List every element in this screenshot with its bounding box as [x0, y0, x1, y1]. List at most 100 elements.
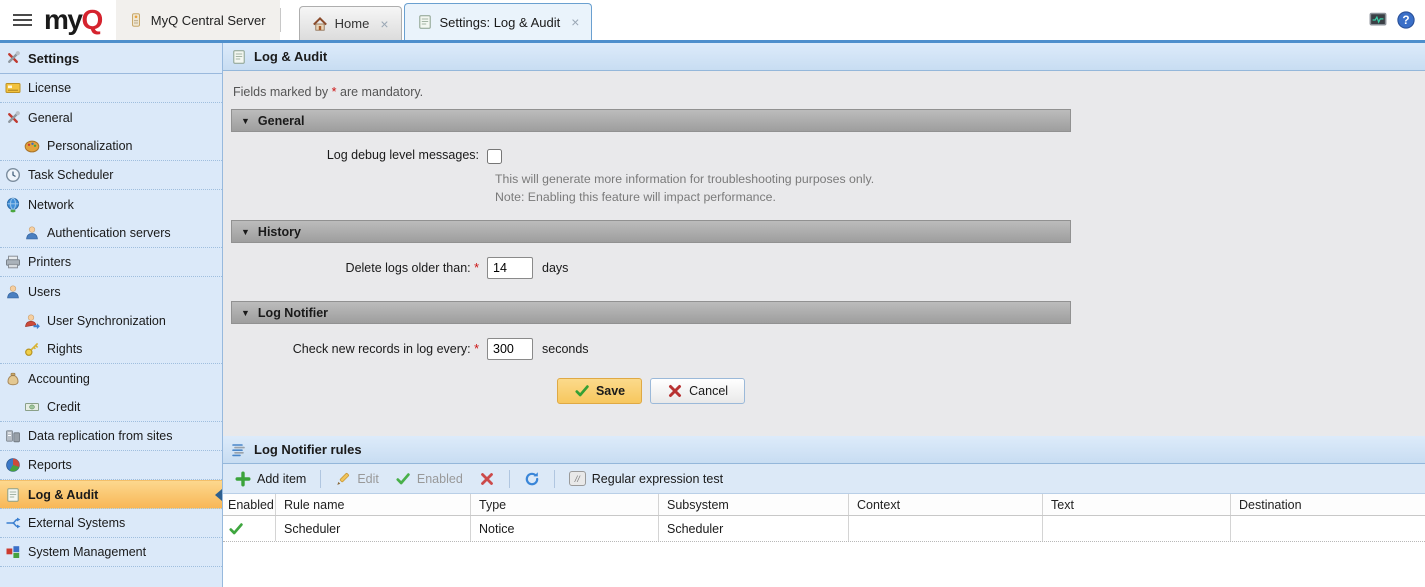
logo-text-my: my: [44, 6, 81, 34]
cancel-button[interactable]: Cancel: [650, 378, 745, 404]
enabled-check-icon: [228, 521, 244, 537]
pencil-icon: [335, 471, 351, 487]
key-icon: [24, 341, 40, 357]
system-monitor-icon[interactable]: [1369, 11, 1387, 29]
tab-home-close-icon[interactable]: ×: [380, 17, 388, 31]
selected-item-arrow: [215, 489, 222, 501]
sidebar-item-authentication-servers[interactable]: Authentication servers: [0, 219, 222, 248]
settings-icon: [5, 50, 21, 66]
column-header-subsystem[interactable]: Subsystem: [658, 494, 848, 515]
sidebar-item-credit[interactable]: Credit: [0, 393, 222, 422]
sidebar-item-user-synchronization[interactable]: User Synchronization: [0, 306, 222, 335]
delete-logs-unit: days: [542, 261, 568, 275]
settings-form: Fields marked by * are mandatory. ▼ Gene…: [223, 71, 1425, 436]
hamburger-menu-button[interactable]: [0, 0, 44, 40]
delete-button[interactable]: [475, 471, 499, 487]
delete-logs-label: Delete logs older than: *: [231, 261, 487, 275]
column-header-destination[interactable]: Destination: [1230, 494, 1425, 515]
column-header-rule-name[interactable]: Rule name: [275, 494, 470, 515]
tab-home[interactable]: Home ×: [299, 6, 402, 40]
hamburger-icon: [13, 11, 32, 29]
column-header-context[interactable]: Context: [848, 494, 1042, 515]
row-subsystem-cell: Scheduler: [658, 516, 848, 541]
row-context-cell: [848, 516, 1042, 541]
regex-test-button[interactable]: // Regular expression test: [565, 471, 727, 486]
plus-icon: [235, 471, 251, 487]
refresh-button[interactable]: [520, 471, 544, 487]
enabled-button[interactable]: Enabled: [391, 471, 467, 487]
toolbar-separator: [320, 470, 321, 488]
sidebar-item-data-replication[interactable]: Data replication from sites: [0, 422, 222, 451]
table-row[interactable]: Scheduler Notice Scheduler: [223, 516, 1425, 542]
rules-title-bar: Log Notifier rules: [223, 436, 1425, 464]
toolbar-separator: [554, 470, 555, 488]
save-button[interactable]: Save: [557, 378, 642, 404]
section-header-log-notifier[interactable]: ▼ Log Notifier: [231, 301, 1071, 324]
sidebar-item-accounting[interactable]: Accounting: [0, 364, 222, 393]
check-icon: [574, 383, 590, 399]
section-header-general[interactable]: ▼ General: [231, 109, 1071, 132]
delete-logs-input[interactable]: [487, 257, 533, 279]
check-records-unit: seconds: [542, 342, 589, 356]
home-icon: [312, 16, 328, 32]
banknote-icon: [24, 399, 40, 415]
log-audit-icon: [5, 487, 21, 503]
row-type-cell: Notice: [470, 516, 658, 541]
sidebar-item-personalization[interactable]: Personalization: [0, 132, 222, 161]
log-debug-checkbox[interactable]: [487, 149, 502, 164]
tab-settings-log-audit[interactable]: Settings: Log & Audit ×: [404, 3, 593, 40]
column-header-type[interactable]: Type: [470, 494, 658, 515]
tab-settings-close-icon[interactable]: ×: [571, 15, 579, 29]
sidebar-item-printers[interactable]: Printers: [0, 248, 222, 277]
page-title: Log & Audit: [254, 49, 327, 64]
rules-toolbar: Add item Edit Enabled: [223, 464, 1425, 494]
row-destination-cell: [1230, 516, 1425, 541]
myq-logo[interactable]: myQ: [44, 0, 116, 40]
log-notifier-rules-panel: Log Notifier rules Add item Edit: [223, 436, 1425, 587]
help-icon[interactable]: ?: [1397, 11, 1415, 29]
section-header-history[interactable]: ▼ History: [231, 220, 1071, 243]
row-enabled-cell: [223, 516, 275, 541]
check-records-input[interactable]: [487, 338, 533, 360]
sidebar-item-system-management[interactable]: System Management: [0, 538, 222, 567]
sidebar-item-network[interactable]: Network: [0, 190, 222, 219]
server-label-text: MyQ Central Server: [151, 13, 266, 28]
tab-settings-label: Settings: Log & Audit: [440, 15, 561, 30]
sidebar-item-general[interactable]: General: [0, 103, 222, 132]
top-bar: myQ MyQ Central Server Home × Setting: [0, 0, 1425, 40]
sidebar-item-reports[interactable]: Reports: [0, 451, 222, 480]
log-debug-label: Log debug level messages:: [231, 148, 487, 162]
sidebar-item-task-scheduler[interactable]: Task Scheduler: [0, 161, 222, 190]
sidebar-item-license[interactable]: License: [0, 74, 222, 103]
column-header-text[interactable]: Text: [1042, 494, 1230, 515]
edit-button[interactable]: Edit: [331, 471, 383, 487]
tab-home-label: Home: [335, 16, 370, 31]
rules-table-header: Enabled Rule name Type Subsystem Context…: [223, 494, 1425, 516]
system-management-icon: [5, 544, 21, 560]
refresh-icon: [524, 471, 540, 487]
collapse-caret-icon: ▼: [241, 116, 250, 126]
document-icon: [417, 14, 433, 30]
server-stack-icon: [5, 428, 21, 444]
column-header-enabled[interactable]: Enabled: [223, 494, 275, 515]
sidebar-item-users[interactable]: Users: [0, 277, 222, 306]
check-records-label: Check new records in log every: *: [231, 342, 487, 356]
user-sync-icon: [24, 313, 40, 329]
add-item-button[interactable]: Add item: [231, 471, 310, 487]
table-empty-area: [223, 542, 1425, 587]
license-icon: [5, 80, 21, 96]
clock-icon: [5, 167, 21, 183]
log-lines-icon: [231, 442, 247, 458]
rules-title: Log Notifier rules: [254, 442, 362, 457]
x-icon: [479, 471, 495, 487]
sidebar-item-log-audit[interactable]: Log & Audit: [0, 480, 222, 509]
sidebar-item-rights[interactable]: Rights: [0, 335, 222, 364]
sidebar-item-external-systems[interactable]: External Systems: [0, 509, 222, 538]
user-icon: [24, 225, 40, 241]
row-rule-name-cell: Scheduler: [275, 516, 470, 541]
x-icon: [667, 383, 683, 399]
settings-sidebar: Settings License General Personaliz: [0, 43, 223, 587]
log-audit-icon: [231, 49, 247, 65]
collapse-caret-icon: ▼: [241, 308, 250, 318]
toolbar-separator: [509, 470, 510, 488]
